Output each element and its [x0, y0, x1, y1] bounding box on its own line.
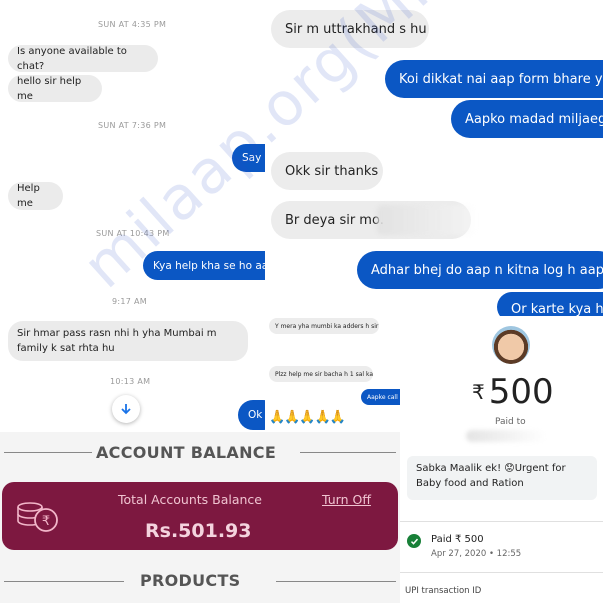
- message-bubble-outgoing: Adhar bhej do aap n kitna log h aap ?: [357, 251, 603, 289]
- scroll-down-button[interactable]: [112, 395, 140, 423]
- message-bubble-outgoing: Koi dikkat nai aap form bhare ye: [385, 60, 603, 98]
- products-heading: PRODUCTS: [140, 571, 241, 590]
- recipient-avatar: [492, 326, 530, 364]
- message-bubble-incoming: Plzz help me sir bacha h 1 sal ka: [269, 366, 373, 382]
- right-chat-panel: Sir m uttrakhand s hu Koi dikkat nai aap…: [265, 0, 603, 316]
- section-divider: [300, 452, 396, 453]
- section-divider: [276, 581, 396, 582]
- payment-note: Sabka Maalik ek! 😟Urgent for Baby food a…: [407, 456, 597, 500]
- message-bubble-outgoing: Say: [232, 144, 265, 172]
- message-bubble-outgoing: Kya help kha se ho aap: [143, 251, 265, 280]
- payment-amount: ₹ 500: [472, 372, 554, 412]
- coins-icon: ₹: [14, 498, 60, 534]
- balance-banner: ₹ Total Accounts Balance Turn Off Rs.501…: [2, 482, 398, 550]
- message-bubble-outgoing: Aapko madad miljaegi: [451, 100, 603, 138]
- section-heading: ACCOUNT BALANCE: [96, 443, 277, 462]
- message-bubble-incoming: Sir hmar pass rasn nhi h yha Mumbai m fa…: [8, 321, 248, 361]
- payment-date: Apr 27, 2020 • 12:55: [431, 549, 522, 559]
- payment-status: Paid ₹ 500: [431, 534, 484, 545]
- redacted-recipient: [466, 430, 546, 442]
- left-chat-panel: SUN AT 4:35 PM Is anyone available to ch…: [0, 0, 265, 432]
- section-divider: [4, 452, 92, 453]
- divider: [400, 521, 603, 522]
- bank-balance-panel: ACCOUNT BALANCE ₹ Total Accounts Balance…: [0, 432, 400, 603]
- message-bubble-outgoing: Ok: [238, 400, 265, 430]
- message-bubble-incoming: Y mera yha mumbi ka adders h sir: [269, 318, 379, 334]
- divider: [400, 572, 603, 573]
- timestamp: SUN AT 7:36 PM: [98, 121, 167, 130]
- message-bubble-incoming: hello sir help me: [8, 75, 102, 102]
- currency-symbol: ₹: [472, 380, 485, 404]
- balance-amount: Rs.501.93: [145, 520, 252, 542]
- message-bubble-outgoing: Or karte kya h: [497, 292, 603, 316]
- mini-chat-panel: Y mera yha mumbi ka adders h sir Plzz he…: [265, 316, 400, 432]
- timestamp: 10:13 AM: [110, 377, 151, 386]
- svg-text:₹: ₹: [42, 514, 50, 529]
- timestamp: 9:17 AM: [112, 297, 147, 306]
- redacted-number: [377, 205, 477, 235]
- amount-value: 500: [488, 372, 554, 412]
- check-icon: [407, 534, 421, 548]
- timestamp: SUN AT 10:43 PM: [96, 229, 170, 238]
- message-bubble-incoming: Is anyone available to chat?: [8, 45, 158, 72]
- message-bubble-outgoing: Aapke call: [361, 389, 400, 405]
- payment-receipt-panel: ₹ 500 Paid to Sabka Maalik ek! 😟Urgent f…: [400, 316, 603, 603]
- turn-off-button[interactable]: Turn Off: [322, 492, 371, 507]
- timestamp: SUN AT 4:35 PM: [98, 20, 167, 29]
- arrow-down-icon: [121, 404, 131, 415]
- balance-label: Total Accounts Balance: [118, 492, 262, 507]
- prayer-emoji-row: 🙏🙏🙏🙏🙏: [269, 410, 346, 425]
- section-divider: [4, 581, 124, 582]
- message-bubble-incoming: Help me: [8, 182, 63, 210]
- message-bubble-incoming: Okk sir thanks: [271, 152, 383, 190]
- paid-to-label: Paid to: [495, 417, 526, 427]
- message-bubble-incoming: Sir m uttrakhand s hu: [271, 10, 429, 48]
- upi-transaction-label: UPI transaction ID: [405, 586, 482, 596]
